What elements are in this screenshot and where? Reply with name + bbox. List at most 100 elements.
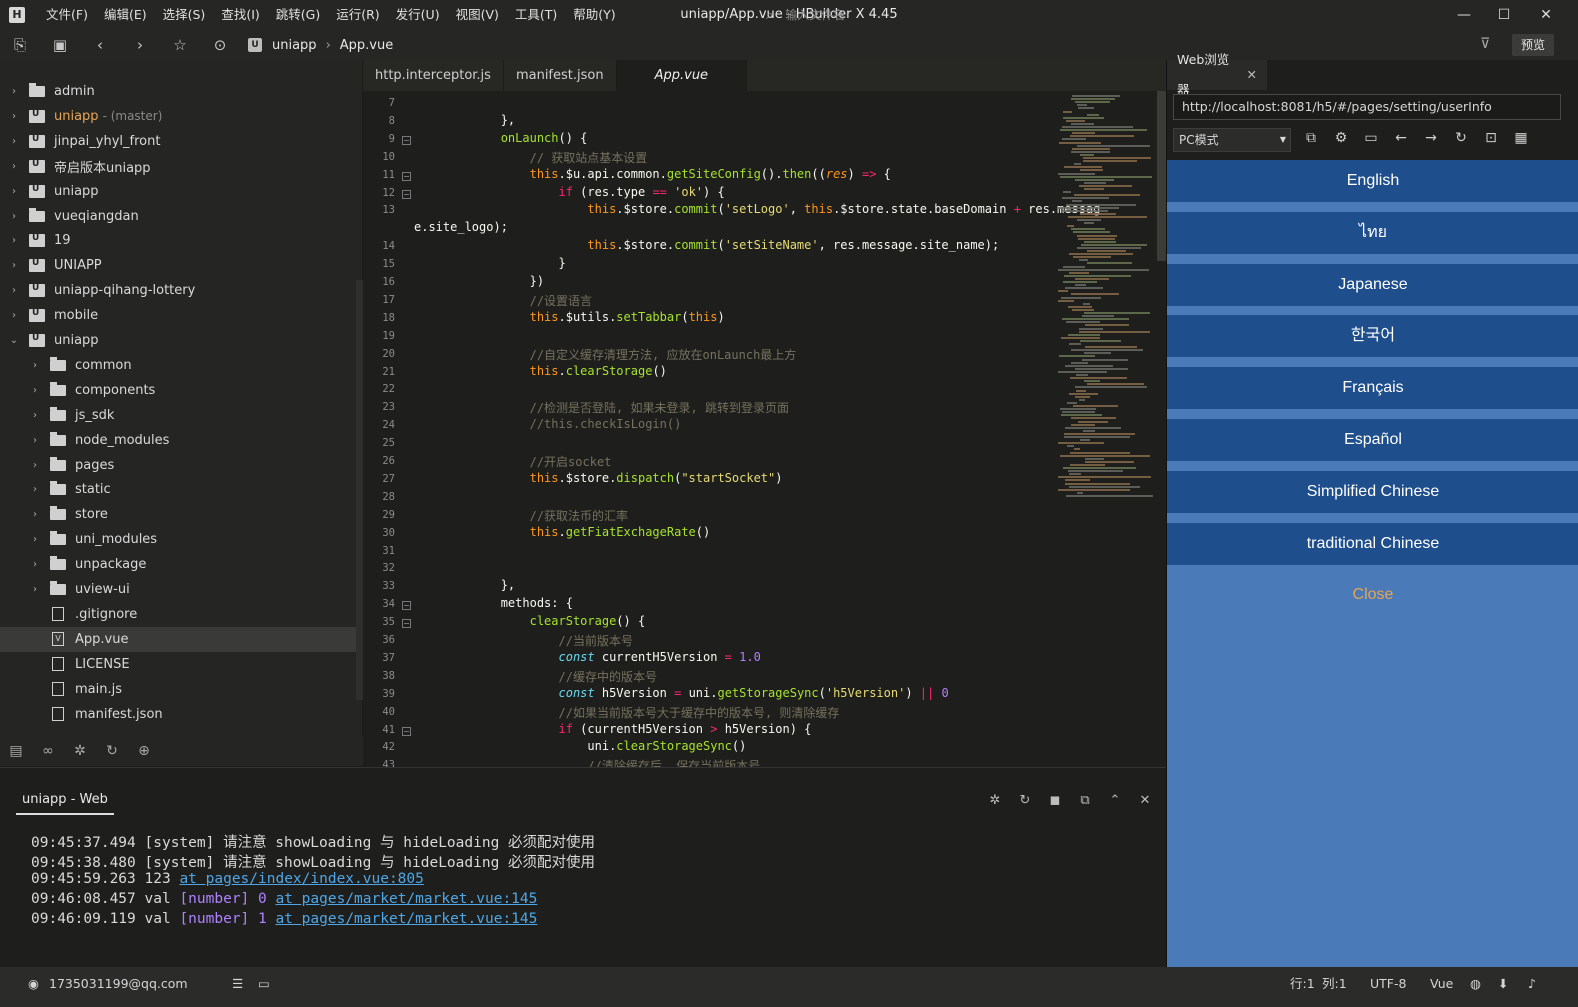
chevron-right-icon[interactable]: › <box>8 161 20 172</box>
devtools-icon[interactable]: ▭ <box>1361 130 1381 146</box>
star-icon[interactable]: ☆ <box>160 36 200 54</box>
code-line[interactable]: this.$store.commit('setSiteName', res.me… <box>414 238 999 252</box>
debug-bug-icon[interactable]: ✲ <box>64 743 96 759</box>
tree-item[interactable]: › 19 <box>0 228 356 253</box>
lock-icon[interactable]: ⊡ <box>1481 130 1501 146</box>
code-line[interactable]: if (currentH5Version > h5Version) { <box>414 722 812 736</box>
editor-tab[interactable]: App.vue <box>616 60 748 91</box>
console-tab[interactable]: uniapp - Web <box>16 792 114 815</box>
fold-toggle-icon[interactable]: − <box>402 135 411 145</box>
editor-tab[interactable]: http.interceptor.js <box>363 60 504 91</box>
fold-toggle-icon[interactable]: − <box>402 619 411 629</box>
language-option[interactable]: English <box>1167 160 1578 202</box>
chevron-right-icon[interactable]: › <box>8 260 20 271</box>
chevron-right-icon[interactable]: › <box>8 310 20 321</box>
tree-item[interactable]: › pages <box>0 453 356 478</box>
chevron-right-icon[interactable]: › <box>29 435 41 446</box>
chevron-right-icon[interactable]: › <box>8 211 20 222</box>
tree-item[interactable]: main.js <box>0 677 356 702</box>
minimap[interactable] <box>1058 91 1156 511</box>
code-line[interactable]: onLaunch() { <box>414 131 588 145</box>
language-close-button[interactable]: Close <box>1167 574 1578 616</box>
tab-web-browser[interactable]: Web浏览器 ✕ <box>1167 52 1267 97</box>
menu-item[interactable]: 帮助(Y) <box>565 0 623 30</box>
restart-icon[interactable]: ↻ <box>1015 793 1035 808</box>
chevron-down-icon[interactable]: ⌄ <box>8 335 20 346</box>
code-line[interactable]: this.$utils.setTabbar(this) <box>414 310 725 324</box>
chevron-right-icon[interactable]: › <box>29 360 41 371</box>
tree-item[interactable]: LICENSE <box>0 652 356 677</box>
open-log-icon[interactable]: ⧉ <box>1075 793 1095 808</box>
menu-item[interactable]: 运行(R) <box>328 0 387 30</box>
language-option[interactable]: Español <box>1167 419 1578 461</box>
maximize-button[interactable]: ☐ <box>1484 0 1524 30</box>
qr-code-icon[interactable]: ▦ <box>1511 130 1531 146</box>
menu-item[interactable]: 工具(T) <box>507 0 565 30</box>
log-source-link[interactable]: at pages/index/index.vue:805 <box>179 871 423 887</box>
log-source-link[interactable]: at pages/market/market.vue:145 <box>275 891 537 907</box>
fold-toggle-icon[interactable]: − <box>402 726 411 736</box>
clear-console-icon[interactable]: ✕ <box>1135 793 1155 808</box>
code-editor[interactable]: 7 8 9−10 11−12−13 14 15 16 17 18 19 20 21 22 23 24 25 26… <box>363 91 1166 767</box>
fold-toggle-icon[interactable]: − <box>402 171 411 181</box>
download-icon[interactable]: ⬇ <box>1498 967 1508 1001</box>
user-icon[interactable]: ◉ <box>28 967 39 1001</box>
save-icon[interactable]: ▣ <box>40 36 80 54</box>
tree-item[interactable]: V App.vue <box>0 626 356 652</box>
tree-item[interactable]: › mobile <box>0 303 356 328</box>
code-line[interactable]: }, <box>414 578 515 592</box>
collapse-up-icon[interactable]: ⌃ <box>1105 793 1125 808</box>
project-manager-icon[interactable]: ▤ <box>0 743 32 759</box>
refresh-icon[interactable]: ↻ <box>1451 130 1471 146</box>
code-line[interactable]: e.site_logo); <box>414 220 508 234</box>
notification-bell-icon[interactable]: ♪ <box>1528 967 1536 1001</box>
tree-item[interactable]: › uniapp- (master) <box>0 104 356 129</box>
code-line[interactable]: //检测是否登陆, 如果未登录, 跳转到登录页面 <box>414 399 789 416</box>
explorer-scrollbar[interactable] <box>356 280 363 700</box>
chevron-right-icon[interactable]: › <box>29 410 41 421</box>
menu-item[interactable]: 选择(S) <box>155 0 214 30</box>
mode-select[interactable]: PC模式 ▼ <box>1173 128 1291 152</box>
close-icon[interactable]: ✕ <box>1247 60 1257 90</box>
breadcrumb-file[interactable]: App.vue <box>340 38 393 53</box>
search-binoculars-icon[interactable]: ∞ <box>32 743 64 759</box>
tree-item[interactable]: › components <box>0 378 356 403</box>
git-icon[interactable]: ↻ <box>96 743 128 759</box>
tree-item[interactable]: › UNIAPP <box>0 253 356 278</box>
user-account[interactable]: 1735031199@qq.com <box>49 967 188 1001</box>
tree-item[interactable]: .gitignore <box>0 602 356 627</box>
tree-item[interactable]: › uni_modules <box>0 527 356 552</box>
tree-item[interactable]: › node_modules <box>0 428 356 453</box>
chevron-right-icon[interactable]: › <box>29 559 41 570</box>
tree-item[interactable]: › vueqiangdan <box>0 204 356 229</box>
tree-item[interactable]: › jinpai_yhyl_front <box>0 129 356 154</box>
menu-item[interactable]: 编辑(E) <box>96 0 155 30</box>
code-line[interactable]: clearStorage() { <box>414 614 646 628</box>
stop-icon[interactable]: ◼ <box>1045 793 1065 808</box>
chevron-right-icon[interactable]: › <box>8 86 20 97</box>
nav-forward-icon[interactable]: → <box>1421 130 1441 146</box>
chevron-right-icon[interactable]: › <box>29 484 41 495</box>
code-line[interactable]: //获取法币的汇率 <box>414 507 628 524</box>
code-line[interactable]: }) <box>414 274 544 288</box>
language-mode[interactable]: Vue <box>1430 967 1453 1001</box>
menu-item[interactable]: 视图(V) <box>448 0 507 30</box>
code-line[interactable]: const currentH5Version = 1.0 <box>414 650 761 664</box>
preview-button[interactable]: 预览 <box>1512 34 1554 56</box>
code-line[interactable]: uni.clearStorageSync() <box>414 739 746 753</box>
tree-item[interactable]: manifest.json <box>0 702 356 727</box>
code-line[interactable]: //清除缓存后, 保存当前版本号 <box>414 757 760 767</box>
language-option[interactable]: ไทย <box>1167 211 1578 254</box>
terminal-icon[interactable]: ▭ <box>258 967 270 1001</box>
chevron-right-icon[interactable]: › <box>8 235 20 246</box>
menu-item[interactable]: 发行(U) <box>388 0 448 30</box>
menu-item[interactable]: 查找(I) <box>213 0 267 30</box>
code-line[interactable]: const h5Version = uni.getStorageSync('h5… <box>414 686 949 700</box>
code-line[interactable]: this.getFiatExchageRate() <box>414 525 711 539</box>
tree-item[interactable]: › common <box>0 353 356 378</box>
language-option[interactable]: Japanese <box>1167 263 1578 306</box>
code-line[interactable]: }, <box>414 113 515 127</box>
settings-gear-icon[interactable]: ⚙ <box>1331 130 1351 146</box>
code-line[interactable]: //设置语言 <box>414 292 592 309</box>
code-line[interactable]: //缓存中的版本号 <box>414 668 657 685</box>
